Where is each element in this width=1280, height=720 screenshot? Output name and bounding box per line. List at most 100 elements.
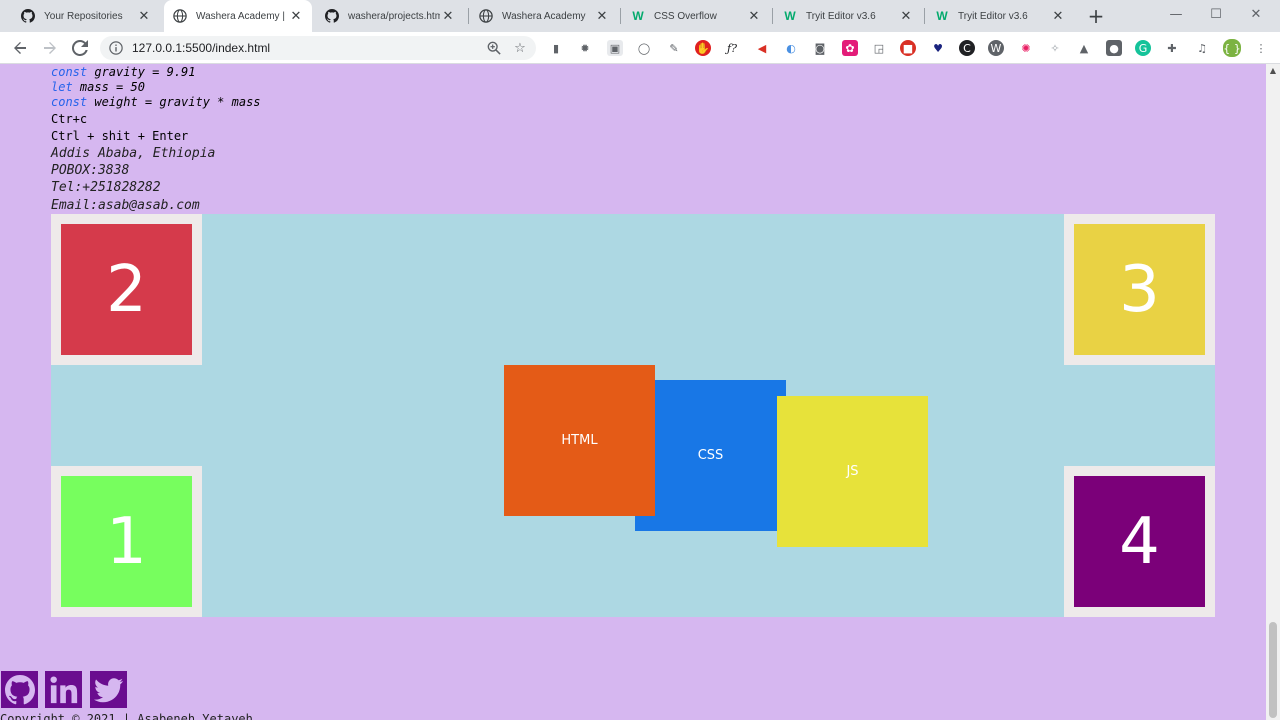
tab-title: Tryit Editor v3.6 xyxy=(806,10,876,22)
tab-separator xyxy=(924,8,925,24)
close-icon[interactable]: ✕ xyxy=(746,8,762,24)
code-keyword: const xyxy=(51,95,88,109)
tab-title: Washera Academy xyxy=(502,10,586,22)
address-tel: Tel:+251828282 xyxy=(51,180,161,195)
media-queue-icon[interactable]: ♫ xyxy=(1194,40,1210,56)
close-icon[interactable]: ✕ xyxy=(898,8,914,24)
corner-box-3: 3 xyxy=(1064,214,1215,365)
tab-washera-academy-active[interactable]: Washera Academy | Sta ✕ xyxy=(164,0,312,32)
tab-strip: Your Repositories ✕ Washera Academy | St… xyxy=(0,0,1280,32)
tab-washera-academy[interactable]: Washera Academy ✕ xyxy=(470,0,618,32)
w3schools-icon: W xyxy=(936,9,948,23)
corner-number: 1 xyxy=(61,476,192,607)
extension-user-icon[interactable]: ● xyxy=(1106,40,1122,56)
extension-image2-icon[interactable]: ▲ xyxy=(1076,40,1092,56)
github-icon xyxy=(20,8,36,24)
extension-eyedropper-icon[interactable]: ✎ xyxy=(666,40,682,56)
address-pobox: POBOX:3838 xyxy=(51,163,130,178)
scroll-up-icon[interactable]: ▲ xyxy=(1266,66,1280,76)
close-icon[interactable]: ✕ xyxy=(440,8,456,24)
tab-tryit-editor-1[interactable]: W Tryit Editor v3.6 ✕ xyxy=(774,0,922,32)
corner-number: 4 xyxy=(1074,476,1205,607)
twitter-link[interactable] xyxy=(90,671,127,708)
corner-number: 3 xyxy=(1074,224,1205,355)
zoom-icon[interactable] xyxy=(484,38,504,58)
info-icon[interactable] xyxy=(108,40,124,56)
address-bar[interactable]: 127.0.0.1:5500/index.html ☆ xyxy=(100,36,536,60)
profile-avatar[interactable]: { } xyxy=(1223,39,1241,57)
forward-button[interactable] xyxy=(38,36,62,60)
maximize-button[interactable]: ☐ xyxy=(1196,0,1236,28)
code-line: const gravity = 9.91 xyxy=(51,65,196,79)
code-keyword: let xyxy=(51,80,73,94)
extension-code-icon[interactable]: ◯ xyxy=(636,40,652,56)
footer-copyright: Copyright © 2021 | Asabeneh Yetayeh xyxy=(0,712,253,720)
corner-box-2: 2 xyxy=(51,214,202,365)
code-keyword: const xyxy=(51,65,88,79)
menu-dots-icon[interactable]: ⋮ xyxy=(1253,40,1269,56)
extension-hand-icon[interactable]: ✋ xyxy=(695,40,711,56)
close-icon[interactable]: ✕ xyxy=(594,8,610,24)
extensions-puzzle-icon[interactable]: ✚ xyxy=(1164,40,1180,56)
back-button[interactable] xyxy=(8,36,32,60)
shortcut-copy: Ctr+c xyxy=(51,112,88,126)
code-line: let mass = 50 xyxy=(51,80,145,94)
close-icon[interactable]: ✕ xyxy=(1050,8,1066,24)
tab-title: CSS Overflow xyxy=(654,10,717,22)
globe-icon xyxy=(172,8,188,24)
tab-separator xyxy=(772,8,773,24)
bookmark-star-icon[interactable]: ☆ xyxy=(510,38,530,58)
w3schools-icon: W xyxy=(784,9,796,23)
extension-bug-icon[interactable]: ✹ xyxy=(577,40,593,56)
extension-color-wheel-icon[interactable]: ✺ xyxy=(1018,40,1034,56)
extension-blue-icon[interactable]: ◐ xyxy=(783,40,799,56)
scrollbar-thumb[interactable] xyxy=(1269,622,1277,718)
js-box: JS xyxy=(777,396,928,547)
extension-c-icon[interactable]: C xyxy=(959,40,975,56)
page-scrollbar[interactable]: ▲ xyxy=(1266,64,1280,720)
extension-spark-icon[interactable]: ✧ xyxy=(1047,40,1063,56)
tab-tryit-editor-2[interactable]: W Tryit Editor v3.6 ✕ xyxy=(926,0,1074,32)
tab-css-overflow[interactable]: W CSS Overflow ✕ xyxy=(622,0,770,32)
extension-fonts-icon[interactable]: ƒ? xyxy=(724,40,740,56)
code-text: gravity = 9.91 xyxy=(87,65,196,79)
linkedin-link[interactable] xyxy=(45,671,82,708)
tab-washera-projects[interactable]: washera/projects.html a ✕ xyxy=(316,0,464,32)
wordpress-icon[interactable]: W xyxy=(988,40,1004,56)
code-text: weight = gravity * mass xyxy=(87,95,261,109)
extension-megaphone-icon[interactable]: ◀ xyxy=(754,40,770,56)
corner-number: 2 xyxy=(61,224,192,355)
css-box: CSS xyxy=(635,380,786,531)
extension-image-icon[interactable]: ▣ xyxy=(607,40,623,56)
close-icon[interactable]: ✕ xyxy=(136,8,152,24)
code-text: mass = 50 xyxy=(72,80,145,94)
globe-icon xyxy=(478,8,494,24)
tab-title: washera/projects.html a xyxy=(348,10,440,22)
corner-box-1: 1 xyxy=(51,466,202,617)
extension-pink-icon[interactable]: ✿ xyxy=(842,40,858,56)
extension-stop-icon[interactable]: ■ xyxy=(900,40,916,56)
tab-separator xyxy=(620,8,621,24)
tab-your-repositories[interactable]: Your Repositories ✕ xyxy=(12,0,160,32)
minimize-button[interactable]: — xyxy=(1156,0,1196,28)
back-arrow-icon xyxy=(14,42,26,54)
github-link[interactable] xyxy=(1,671,38,708)
close-window-button[interactable]: ✕ xyxy=(1236,0,1276,28)
grammarly-icon[interactable]: G xyxy=(1135,40,1151,56)
reload-icon xyxy=(72,40,88,56)
new-tab-button[interactable]: + xyxy=(1084,4,1108,28)
close-icon[interactable]: ✕ xyxy=(288,8,304,24)
github-icon xyxy=(4,674,35,704)
extension-heart-icon[interactable]: ♥ xyxy=(930,40,946,56)
w3schools-icon: W xyxy=(632,9,644,23)
tab-title: Washera Academy | Sta xyxy=(196,10,288,22)
address-email: Email:asab@asab.com xyxy=(51,198,200,213)
github-icon xyxy=(324,8,340,24)
shortcut-run: Ctrl + shit + Enter xyxy=(51,129,189,143)
reload-button[interactable] xyxy=(68,36,92,60)
url-text[interactable]: 127.0.0.1:5500/index.html xyxy=(132,41,484,55)
camera-icon[interactable]: ◙ xyxy=(812,40,828,56)
extension-sidebar-icon[interactable]: ▮ xyxy=(548,40,564,56)
extension-steps-icon[interactable]: ◲ xyxy=(871,40,887,56)
forward-arrow-icon xyxy=(44,42,56,54)
